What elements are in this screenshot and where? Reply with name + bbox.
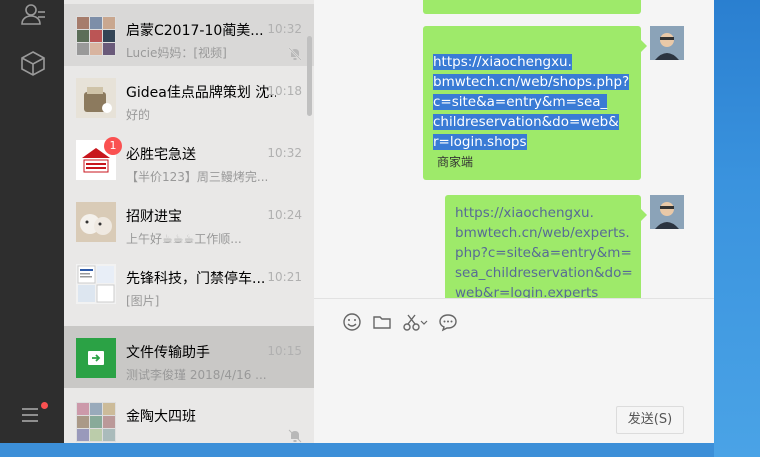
composer-divider xyxy=(314,298,714,299)
mute-icon xyxy=(288,428,302,443)
chat-time: 10:18 xyxy=(267,84,302,98)
menu-icon[interactable] xyxy=(20,402,48,430)
navigation-bar xyxy=(0,0,64,443)
folder-icon[interactable] xyxy=(372,312,392,332)
chat-time: 10:15 xyxy=(267,344,302,358)
bubble-tail xyxy=(641,40,647,52)
chat-preview: 上午好☕☕☕工作顺... xyxy=(126,232,242,246)
chat-name: 文件传输助手 xyxy=(126,345,210,361)
message-caption: 商家端 xyxy=(437,155,474,169)
chat-item[interactable]: 启蒙C2017-10蔺美... 10:32 Lucie妈妈：[视频] xyxy=(64,4,314,66)
chat-preview: Lucie妈妈：[视频] xyxy=(126,46,227,60)
group-avatar xyxy=(76,402,116,442)
chat-preview: 好的 xyxy=(126,108,151,122)
previous-message-bubble xyxy=(423,0,641,14)
message-bubble[interactable]: https://xiaochengxu. bmwtech.cn/web/expe… xyxy=(445,195,647,298)
contacts-icon[interactable] xyxy=(20,2,46,28)
chat-preview: 【半价123】周三鳗烤完... xyxy=(126,170,269,184)
send-button[interactable]: 发送(S) xyxy=(616,406,684,434)
self-avatar[interactable] xyxy=(650,195,684,229)
group-avatar xyxy=(76,16,116,56)
group-avatar xyxy=(76,264,116,304)
chat-preview: 测试李俊瑾 2018/4/16 ... xyxy=(126,368,267,382)
chat-time: 10:32 xyxy=(267,146,302,160)
chat-time: 10:32 xyxy=(267,22,302,36)
chat-name: 启蒙C2017-10蔺美... xyxy=(126,23,264,39)
file-transfer-icon xyxy=(76,338,116,378)
chat-list-scrollbar[interactable] xyxy=(307,36,312,116)
selected-link-text[interactable]: https://xiaochengxu. bmwtech.cn/web/shop… xyxy=(433,52,630,152)
chat-avatar xyxy=(76,78,116,118)
chat-name: 必胜宅急送 xyxy=(126,147,196,163)
chat-time: 10:24 xyxy=(267,208,302,222)
emoji-icon[interactable] xyxy=(342,312,362,332)
chat-history-icon[interactable] xyxy=(438,312,458,332)
chat-item[interactable]: 先锋科技，门禁停车... 10:21 [图片] xyxy=(64,252,314,314)
chat-time: 10:21 xyxy=(267,270,302,284)
bubble-tail xyxy=(641,209,647,221)
self-avatar[interactable] xyxy=(650,26,684,60)
collections-icon[interactable] xyxy=(20,50,46,76)
desktop-background xyxy=(0,443,714,457)
link-text[interactable]: https://xiaochengxu. bmwtech.cn/web/expe… xyxy=(455,203,633,298)
chat-panel: https://xiaochengxu. bmwtech.cn/web/shop… xyxy=(314,0,714,443)
chat-name: 金陶大四班 xyxy=(126,409,196,425)
notification-dot xyxy=(41,402,48,409)
chat-name: Gidea佳点品牌策划 沈... xyxy=(126,85,276,101)
chat-item[interactable]: Gidea佳点品牌策划 沈... 10:18 好的 xyxy=(64,66,314,128)
message-area: https://xiaochengxu. bmwtech.cn/web/shop… xyxy=(314,0,714,298)
chat-item[interactable]: 招财进宝 10:24 上午好☕☕☕工作顺... xyxy=(64,190,314,252)
scissors-icon[interactable] xyxy=(402,312,428,332)
unread-badge: 1 xyxy=(104,137,122,155)
chat-name: 先锋科技，门禁停车... xyxy=(126,271,266,287)
chat-avatar xyxy=(76,202,116,242)
chat-item[interactable]: 必胜宅急送 10:32 【半价123】周三鳗烤完... xyxy=(64,128,314,190)
mute-icon xyxy=(288,46,302,61)
chat-list: 启蒙C2017-10蔺美... 10:32 Lucie妈妈：[视频] Gidea… xyxy=(64,0,314,443)
chat-item-selected[interactable]: 文件传输助手 10:15 测试李俊瑾 2018/4/16 ... xyxy=(64,326,314,388)
chat-name: 招财进宝 xyxy=(126,209,182,225)
chat-item[interactable]: 金陶大四班 xyxy=(64,390,314,443)
message-bubble[interactable]: https://xiaochengxu. bmwtech.cn/web/shop… xyxy=(423,26,647,180)
chat-preview: [图片] xyxy=(126,294,160,308)
